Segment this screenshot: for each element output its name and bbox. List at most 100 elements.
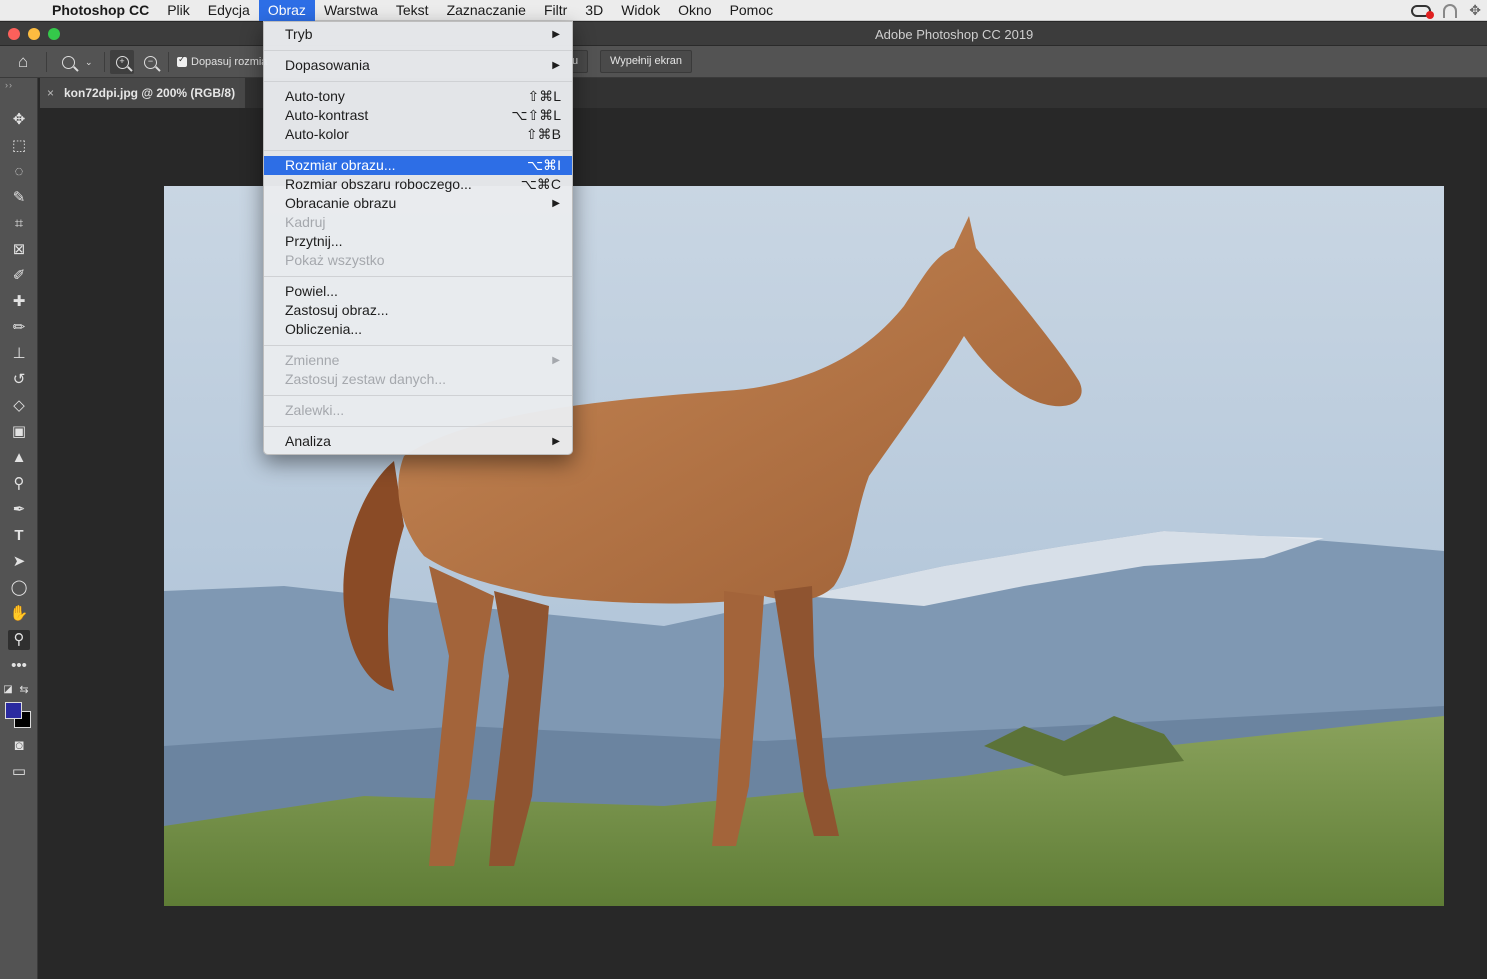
gradient-icon[interactable]: ▣ [8, 422, 30, 442]
path-selection-icon[interactable]: ➤ [8, 552, 30, 572]
separator [104, 52, 105, 72]
menu-item-zastosuj-obraz[interactable]: Zastosuj obraz... [264, 301, 572, 320]
menu-tekst[interactable]: Tekst [387, 0, 438, 21]
airplay-icon[interactable] [1443, 3, 1458, 18]
menu-3d[interactable]: 3D [576, 0, 612, 21]
menu-item-dopasowania[interactable]: Dopasowania ▶ [264, 56, 572, 75]
pen-tool-icon[interactable]: ✒ [8, 500, 30, 520]
resize-windows-checkbox[interactable]: Dopasuj rozmia [177, 46, 267, 78]
menu-item-obracanie[interactable]: Obracanie obrazu ▶ [264, 194, 572, 213]
separator [168, 52, 169, 72]
submenu-arrow-icon: ▶ [552, 29, 560, 40]
lasso-tool-icon[interactable]: ◌ [8, 162, 30, 182]
menu-plik[interactable]: Plik [158, 0, 199, 21]
menu-item-zalewki: Zalewki... [285, 402, 345, 418]
swap-colors-icon[interactable]: ⇆ [18, 680, 30, 700]
menu-obraz[interactable]: Obraz [258, 0, 315, 21]
menu-app-name[interactable]: Photoshop CC [52, 0, 158, 21]
ellipse-tool-icon[interactable]: ◯ [8, 578, 30, 598]
quick-selection-icon[interactable]: ✎ [8, 188, 30, 208]
macos-menubar: Photoshop CC Plik Edycja Obraz Warstwa T… [0, 0, 1487, 21]
separator [46, 52, 47, 72]
menu-item-rozmiar-obszaru[interactable]: Rozmiar obszaru roboczego... ⌥⌘C [264, 175, 572, 194]
tools-panel: ›› ✥ ⬚ ◌ ✎ ⌗ ⊠ ✐ ✚ ✏ ⊥ ↺ ◇ ▣ ▲ ⚲ ✒ T ➤ ◯… [0, 78, 38, 979]
notification-dot [1426, 10, 1435, 19]
menu-pomoc[interactable]: Pomoc [721, 0, 783, 21]
zoom-in-icon[interactable]: + [110, 50, 134, 74]
menu-item-obliczenia[interactable]: Obliczenia... [264, 320, 572, 339]
submenu-arrow-icon: ▶ [552, 60, 560, 71]
menu-zaznaczanie[interactable]: Zaznaczanie [438, 0, 535, 21]
window-controls [8, 28, 60, 40]
menu-item-auto-kolor[interactable]: Auto-kolor ⇧⌘B [264, 125, 572, 144]
zoom-tool-selected-icon[interactable]: ⚲ [8, 630, 30, 650]
panel-grip-icon[interactable]: ›› [5, 80, 13, 90]
screen-mode-icon[interactable]: ▭ [8, 762, 30, 782]
close-tab-icon[interactable]: × [47, 78, 54, 108]
maximize-window-button[interactable] [48, 28, 60, 40]
creative-cloud-icon[interactable] [1411, 4, 1435, 19]
menu-item-analiza[interactable]: Analiza ▶ [264, 432, 572, 451]
resize-icon[interactable]: ✥ [1469, 2, 1481, 19]
menu-item-zmienne: Zmienne ▶ [285, 352, 560, 368]
menu-item-zastosuj-zestaw: Zastosuj zestaw danych... [285, 371, 447, 387]
eraser-icon[interactable]: ◇ [8, 396, 30, 416]
zoom-out-icon[interactable]: − [144, 46, 157, 78]
shortcut-label: ⌥⇧⌘L [511, 107, 561, 123]
menu-widok[interactable]: Widok [612, 0, 669, 21]
menu-warstwa[interactable]: Warstwa [315, 0, 387, 21]
healing-brush-icon[interactable]: ✚ [8, 292, 30, 312]
foreground-color-swatch[interactable] [5, 702, 22, 719]
submenu-arrow-icon: ▶ [552, 198, 560, 209]
stamp-tool-icon[interactable]: ⊥ [8, 344, 30, 364]
shortcut-label: ⇧⌘L [527, 88, 561, 104]
shortcut-label: ⌥⌘C [520, 176, 561, 192]
menu-okno[interactable]: Okno [669, 0, 720, 21]
document-tab[interactable]: × kon72dpi.jpg @ 200% (RGB/8) [40, 78, 245, 108]
menu-separator [264, 276, 572, 277]
menu-item-kadruj: Kadruj [285, 214, 326, 230]
image-menu-dropdown: Tryb ▶ Dopasowania ▶ Auto-tony ⇧⌘L Auto-kon… [263, 21, 573, 455]
shortcut-label: ⌥⌘I [526, 157, 561, 173]
marquee-tool-icon[interactable]: ⬚ [8, 136, 30, 156]
dodge-tool-icon[interactable]: ⚲ [8, 474, 30, 494]
menu-separator [264, 345, 572, 346]
quick-mask-icon[interactable]: ◙ [8, 736, 30, 756]
menubar-status-icons: ✥ [1411, 0, 1481, 21]
menu-separator [264, 150, 572, 151]
menu-item-auto-kontrast[interactable]: Auto-kontrast ⌥⇧⌘L [264, 106, 572, 125]
close-window-button[interactable] [8, 28, 20, 40]
menu-item-auto-tony[interactable]: Auto-tony ⇧⌘L [264, 87, 572, 106]
menu-filtr[interactable]: Filtr [535, 0, 576, 21]
hand-tool-icon[interactable]: ✋ [8, 604, 30, 624]
move-tool-icon[interactable]: ✥ [8, 110, 30, 130]
brush-tool-icon[interactable]: ✏ [8, 318, 30, 338]
menu-item-powiel[interactable]: Powiel... [264, 282, 572, 301]
history-brush-icon[interactable]: ↺ [8, 370, 30, 390]
blur-tool-icon[interactable]: ▲ [8, 448, 30, 468]
document-tab-bar: × kon72dpi.jpg @ 200% (RGB/8) [40, 78, 1487, 108]
home-icon[interactable]: ⌂ [18, 46, 28, 78]
eyedropper-icon[interactable]: ✐ [8, 266, 30, 286]
shortcut-label: ⇧⌘B [525, 126, 561, 142]
fill-screen-button[interactable]: Wypełnij ekran [600, 50, 693, 73]
default-colors-icon[interactable]: ◪ [2, 680, 14, 700]
minimize-window-button[interactable] [28, 28, 40, 40]
menu-item-pokaz-wszystko: Pokaż wszystko [285, 252, 385, 268]
type-tool-icon[interactable]: T [8, 526, 30, 546]
menu-item-tryb[interactable]: Tryb ▶ [264, 25, 572, 44]
window-titlebar: Adobe Photoshop CC 2019 [0, 22, 1487, 46]
window-title: Adobe Photoshop CC 2019 [875, 27, 1034, 42]
crop-tool-icon[interactable]: ⌗ [8, 214, 30, 234]
checkbox-checked[interactable] [177, 54, 187, 67]
menu-item-przytnij[interactable]: Przytnij... [264, 232, 572, 251]
frame-tool-icon[interactable]: ⊠ [8, 240, 30, 260]
menu-item-rozmiar-obrazu[interactable]: Rozmiar obrazu... ⌥⌘I [264, 156, 572, 175]
zoom-tool-icon[interactable]: ⌄ [62, 46, 93, 78]
menu-separator [264, 50, 572, 51]
menu-separator [264, 426, 572, 427]
submenu-arrow-icon: ▶ [552, 355, 560, 366]
menu-edycja[interactable]: Edycja [199, 0, 259, 21]
more-tools-icon[interactable]: ••• [8, 656, 30, 676]
menu-separator [264, 395, 572, 396]
